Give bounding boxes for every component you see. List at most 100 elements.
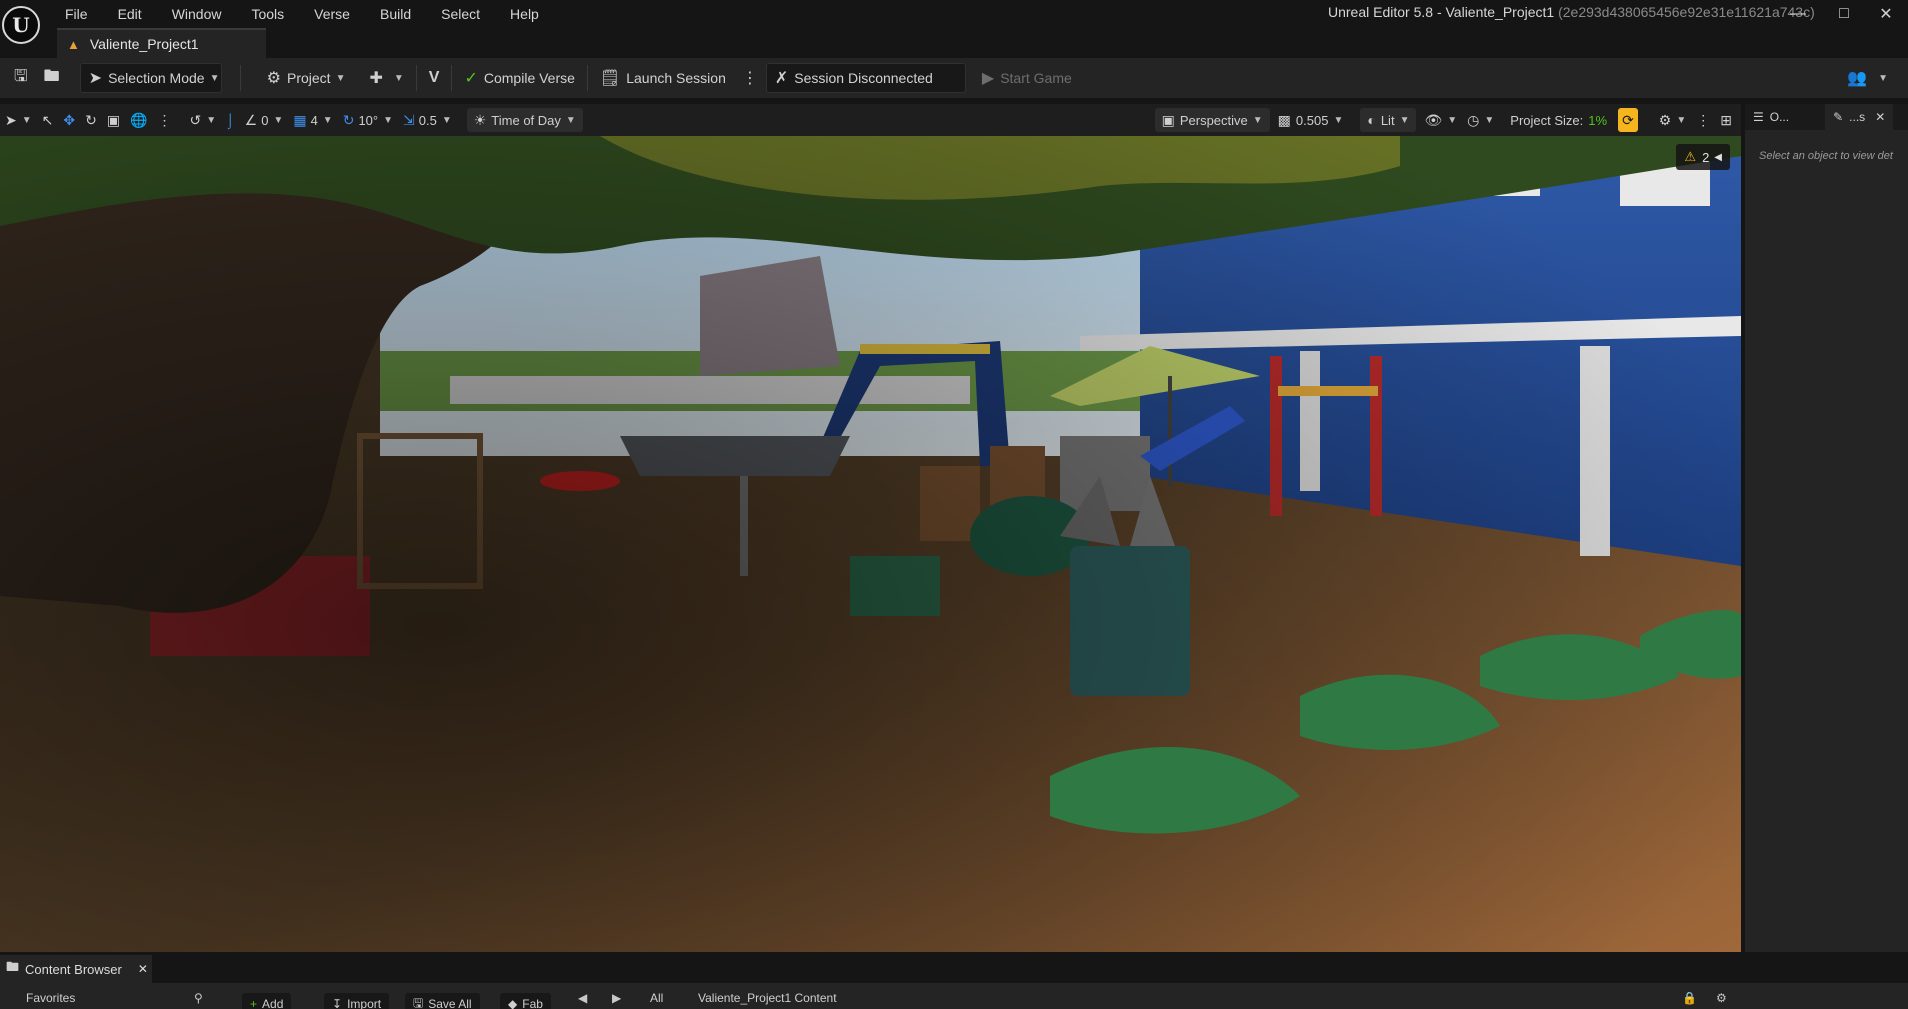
chevron-down-icon: ▼ xyxy=(322,114,333,126)
snap-angle-value: 0 xyxy=(261,112,269,128)
camera-speed-dropdown[interactable]: ▩ 0.505 ▼ xyxy=(1273,108,1349,132)
menu-help[interactable]: Help xyxy=(495,6,554,22)
add-button[interactable]: + Add xyxy=(242,993,292,1009)
folder-icon: 🖿 xyxy=(43,67,60,85)
menu-tools[interactable]: Tools xyxy=(236,6,299,22)
surface-snap-button[interactable]: ⌡ xyxy=(221,108,239,132)
save-all-button[interactable]: 🖫 Save All xyxy=(405,993,480,1009)
more-options-button[interactable]: ⋮ xyxy=(734,63,766,93)
select-tool-button[interactable]: ↖ xyxy=(37,108,59,132)
details-panel: ☰ O... ✎ ...s ✕ Select an object to view… xyxy=(1745,104,1908,952)
unreal-logo-icon[interactable]: U xyxy=(2,6,40,44)
import-button[interactable]: ↧ Import xyxy=(324,993,390,1009)
tab-details[interactable]: ✎ ...s ✕ xyxy=(1825,104,1894,130)
viewport-toolbar: ➤ ▼ ↖ ✥ ↻ ▣ 🌐 ⋮ ↺ ▼ ⌡ ∠ 0 ▼ ▦ 4 ▼ ↻ 10° ▼ ⇲ 0.5 ▼ … xyxy=(0,104,1741,136)
fab-button[interactable]: ◆ Fab xyxy=(500,993,551,1009)
launch-icon: 🗒 xyxy=(599,70,621,87)
outliner-icon: ☰ xyxy=(1753,110,1764,124)
snap-rotate-dropdown[interactable]: ↺ ▼ xyxy=(185,108,222,132)
breadcrumb-all[interactable]: All xyxy=(650,991,663,1005)
select-mode-dropdown[interactable]: ➤ ▼ xyxy=(0,108,37,132)
maximize-icon[interactable]: □ xyxy=(1822,0,1866,28)
camera-speed-value: 0.505 xyxy=(1295,112,1329,128)
content-folder-button[interactable]: 🖿 xyxy=(36,63,68,93)
chevron-down-icon: ▼ xyxy=(1484,114,1495,126)
viewport-settings-dropdown[interactable]: ⚙ ▼ xyxy=(1654,108,1691,132)
add-content-dropdown[interactable]: ✚ ▼ xyxy=(361,63,411,93)
start-game-button[interactable]: ▶ Start Game xyxy=(974,63,1080,93)
content-browser-tab[interactable]: 🖿 Content Browser ✕ xyxy=(0,955,152,983)
lighting-dropdown[interactable]: ◐ Lit ▼ xyxy=(1360,108,1417,132)
snap-angle-dropdown[interactable]: ∠ 0 ▼ xyxy=(240,108,289,132)
toolbar-divider xyxy=(415,65,417,91)
viewport-options-button[interactable]: ⋮ xyxy=(1691,108,1715,132)
minimize-icon[interactable]: — xyxy=(1776,0,1820,28)
content-browser-tab-label: Content Browser xyxy=(25,961,122,977)
compile-verse-button[interactable]: ✓ Compile Verse xyxy=(456,63,582,93)
lit-sphere-icon: ◐ xyxy=(1367,112,1376,128)
chevron-down-icon: ▼ xyxy=(565,114,576,126)
window-title: Unreal Editor 5.8 - Valiente_Project1 (2… xyxy=(1328,4,1815,20)
selection-mode-dropdown[interactable]: ➤ Selection Mode ▼ xyxy=(79,63,222,93)
project-size-readout: Project Size: 1% xyxy=(1505,108,1612,132)
history-forward-icon[interactable]: ▶ xyxy=(612,991,621,1005)
session-status[interactable]: ✗ Session Disconnected xyxy=(765,63,966,93)
lock-icon[interactable]: 🔒 xyxy=(1682,991,1697,1005)
favorites-header[interactable]: Favorites xyxy=(26,991,75,1005)
project-size-label: Project Size: xyxy=(1510,112,1584,128)
perspective-dropdown[interactable]: ▣ Perspective ▼ xyxy=(1154,108,1270,132)
menu-verse[interactable]: Verse xyxy=(299,6,365,22)
document-tab[interactable]: ▲ Valiente_Project1 xyxy=(57,28,266,58)
document-tab-label: Valiente_Project1 xyxy=(89,36,199,52)
launch-session-button[interactable]: 🗒 Launch Session xyxy=(592,63,734,93)
chevron-down-icon: ▼ xyxy=(383,114,394,126)
show-flags-dropdown[interactable]: 👁 ▼ xyxy=(1419,108,1462,132)
warnings-badge[interactable]: ⚠ 2 ◀ xyxy=(1676,144,1730,170)
realtime-toggle-button[interactable]: ⟳ xyxy=(1618,108,1638,132)
performance-dropdown[interactable]: ◷ ▼ xyxy=(1462,108,1499,132)
project-dropdown[interactable]: ⚙ Project ▼ xyxy=(259,63,354,93)
close-tab-icon[interactable]: ✕ xyxy=(1875,110,1885,124)
grid-snap-value: 4 xyxy=(310,112,318,128)
time-of-day-dropdown[interactable]: ☀ Time of Day ▼ xyxy=(466,108,583,132)
tab-outliner[interactable]: ☰ O... xyxy=(1745,104,1797,130)
main-toolbar: 🖫 🖿 ➤ Selection Mode ▼ ⚙ Project ▼ ✚ ▼ V… xyxy=(0,58,1908,98)
toolbar-divider xyxy=(239,65,241,91)
party-dropdown[interactable]: 👥 ▼ xyxy=(1839,63,1896,93)
menu-file[interactable]: File xyxy=(50,6,103,22)
menu-edit[interactable]: Edit xyxy=(103,6,157,22)
move-tool-button[interactable]: ✥ xyxy=(58,108,80,132)
search-icon[interactable]: ⚲ xyxy=(194,991,203,1005)
close-tab-icon[interactable]: ✕ xyxy=(138,962,148,976)
sun-icon: ☀ xyxy=(473,111,487,128)
breadcrumb-content[interactable]: Valiente_Project1 Content xyxy=(698,991,837,1005)
scale-snap-dropdown[interactable]: ⇲ 0.5 ▼ xyxy=(398,108,457,132)
save-button[interactable]: 🖫 xyxy=(6,63,36,93)
grid-snap-dropdown[interactable]: ▦ 4 ▼ xyxy=(288,108,337,132)
history-back-icon[interactable]: ◀ xyxy=(578,991,587,1005)
project-label: Project xyxy=(287,70,331,86)
close-icon[interactable]: ✕ xyxy=(1864,0,1908,28)
verse-button[interactable]: V xyxy=(421,63,448,93)
warning-count: 2 xyxy=(1702,149,1710,165)
gauge-icon: ◷ xyxy=(1467,111,1480,128)
move-icon: ✥ xyxy=(63,111,76,128)
scale-snap-icon: ⇲ xyxy=(403,111,415,128)
settings-icon[interactable]: ⚙ xyxy=(1716,991,1727,1005)
main-menu: File Edit Window Tools Verse Build Selec… xyxy=(50,0,554,28)
save-icon: 🖫 xyxy=(14,67,28,85)
scale-tool-button[interactable]: ▣ xyxy=(102,108,125,132)
menu-window[interactable]: Window xyxy=(157,6,237,22)
kebab-menu-icon: ⋮ xyxy=(741,70,758,87)
disconnected-icon: ✗ xyxy=(774,70,789,87)
toolbar-divider xyxy=(586,65,588,91)
rotation-snap-dropdown[interactable]: ↻ 10° ▼ xyxy=(338,108,398,132)
menu-select[interactable]: Select xyxy=(426,6,495,22)
viewport-layout-button[interactable]: ⊞ xyxy=(1715,108,1737,132)
session-status-label: Session Disconnected xyxy=(794,70,933,86)
rotate-tool-button[interactable]: ↻ xyxy=(80,108,102,132)
world-local-toggle[interactable]: 🌐 xyxy=(125,108,152,132)
level-viewport[interactable]: ⚠ 2 ◀ xyxy=(0,136,1741,952)
menu-build[interactable]: Build xyxy=(365,6,426,22)
transform-options-button[interactable]: ⋮ xyxy=(153,108,177,132)
